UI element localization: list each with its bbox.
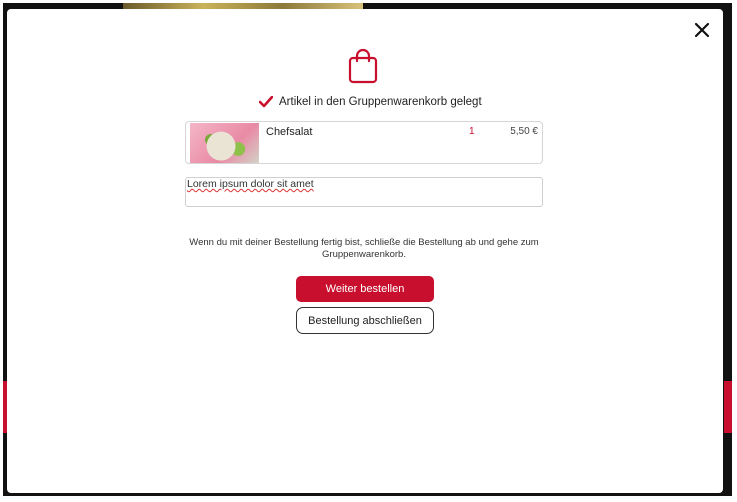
cart-item-card: Chefsalat 1 5,50 €: [185, 121, 543, 164]
item-note-field[interactable]: Lorem ipsum dolor sit amet: [185, 177, 543, 207]
item-image: [190, 123, 259, 163]
confirmation-message: Artikel in den Gruppenwarenkorb gelegt: [259, 93, 482, 111]
item-note-value: Lorem ipsum dolor sit amet: [187, 178, 314, 190]
finish-order-button[interactable]: Bestellung abschließen: [296, 307, 434, 334]
confirmation-text: Artikel in den Gruppenwarenkorb gelegt: [279, 96, 482, 108]
checkmark-icon: [259, 96, 273, 108]
add-to-cart-modal: Artikel in den Gruppenwarenkorb gelegt C…: [7, 9, 723, 493]
item-name: Chefsalat: [266, 126, 313, 138]
background-accent-right: [724, 381, 732, 433]
info-text: Wenn du mit deiner Bestellung fertig bis…: [189, 237, 539, 260]
item-price: 5,50 €: [510, 126, 538, 137]
item-quantity: 1: [469, 126, 475, 137]
close-icon[interactable]: [693, 21, 711, 39]
continue-ordering-button[interactable]: Weiter bestellen: [296, 276, 434, 302]
screenshot-frame: Artikel in den Gruppenwarenkorb gelegt C…: [0, 0, 737, 502]
shopping-bag-icon: [348, 48, 378, 84]
